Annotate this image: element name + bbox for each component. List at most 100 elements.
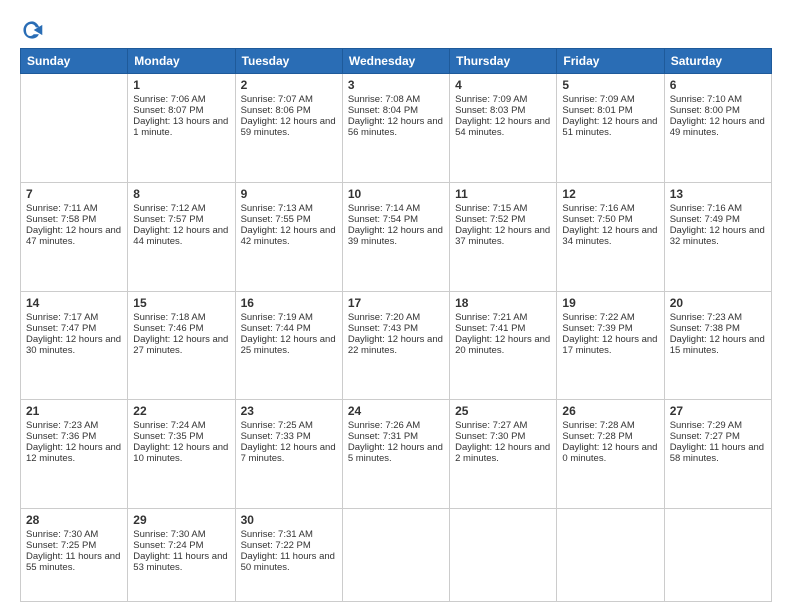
daylight-text: Daylight: 12 hours and 37 minutes. (455, 225, 551, 247)
daylight-text: Daylight: 12 hours and 17 minutes. (562, 334, 658, 356)
sunset-text: Sunset: 7:27 PM (670, 431, 766, 442)
calendar-cell: 28 Sunrise: 7:30 AMSunset: 7:25 PMDayligh… (21, 509, 128, 602)
sunset-text: Sunset: 7:47 PM (26, 323, 122, 334)
sunset-text: Sunset: 7:33 PM (241, 431, 337, 442)
calendar-cell: 3Sunrise: 7:08 AMSunset: 8:04 PMDaylight… (342, 74, 449, 183)
weekday-header-friday: Friday (557, 49, 664, 74)
daylight-text: Daylight: 13 hours and 1 minute. (133, 116, 229, 138)
sunrise-text: Sunrise: 7:09 AM (562, 94, 658, 105)
sunrise-text: Sunrise: 7:16 AM (562, 203, 658, 214)
sunset-text: Sunset: 7:38 PM (670, 323, 766, 334)
sunrise-text: Sunrise: 7:23 AM (670, 312, 766, 323)
day-number: 2 (241, 78, 337, 92)
calendar-cell: 5 Sunrise: 7:09 AMSunset: 8:01 PMDaylight… (557, 74, 664, 183)
sunset-text: Sunset: 8:03 PM (455, 105, 551, 116)
calendar-cell: 7Sunrise: 7:11 AMSunset: 7:58 PMDaylight… (21, 182, 128, 291)
calendar-cell: 9Sunrise: 7:13 AMSunset: 7:55 PMDaylight… (235, 182, 342, 291)
sunset-text: Sunset: 7:57 PM (133, 214, 229, 225)
day-number: 11 (455, 187, 551, 201)
calendar-cell: 18Sunrise: 7:21 AMSunset: 7:41 PMDayligh… (450, 291, 557, 400)
week-row-5: 28Sunrise: 7:30 AMSunset: 7:25 PMDayligh… (21, 509, 772, 602)
sunset-text: Sunset: 7:55 PM (241, 214, 337, 225)
calendar-cell: 15Sunrise: 7:18 AMSunset: 7:46 PMDayligh… (128, 291, 235, 400)
sunset-text: Sunset: 8:06 PM (241, 105, 337, 116)
calendar-cell: 23 Sunrise: 7:25 AMSunset: 7:33 PMDayligh… (235, 400, 342, 509)
week-row-4: 21Sunrise: 7:23 AMSunset: 7:36 PMDayligh… (21, 400, 772, 509)
calendar-cell: 17Sunrise: 7:20 AMSunset: 7:43 PMDayligh… (342, 291, 449, 400)
sunrise-text: Sunrise: 7:31 AM (241, 529, 337, 540)
daylight-text: Daylight: 12 hours and 39 minutes. (348, 225, 444, 247)
day-number: 6 (670, 78, 766, 92)
sunset-text: Sunset: 7:44 PM (241, 323, 337, 334)
sunset-text: Sunset: 7:49 PM (670, 214, 766, 225)
sunrise-text: Sunrise: 7:11 AM (26, 203, 122, 214)
sunrise-text: Sunrise: 7:24 AM (133, 420, 229, 431)
sunset-text: Sunset: 7:50 PM (562, 214, 658, 225)
sunrise-text: Sunrise: 7:25 AM (241, 420, 337, 431)
calendar-cell: 10Sunrise: 7:14 AMSunset: 7:54 PMDayligh… (342, 182, 449, 291)
sunrise-text: Sunrise: 7:23 AM (26, 420, 122, 431)
daylight-text: Daylight: 12 hours and 25 minutes. (241, 334, 337, 356)
calendar-cell (21, 74, 128, 183)
sunrise-text: Sunrise: 7:27 AM (455, 420, 551, 431)
sunrise-text: Sunrise: 7:30 AM (133, 529, 229, 540)
day-number: 23 (241, 404, 337, 418)
day-number: 22 (133, 404, 229, 418)
calendar-cell: 25Sunrise: 7:27 AMSunset: 7:30 PMDayligh… (450, 400, 557, 509)
sunrise-text: Sunrise: 7:22 AM (562, 312, 658, 323)
calendar-cell: 27Sunrise: 7:29 AMSunset: 7:27 PMDayligh… (664, 400, 771, 509)
sunrise-text: Sunrise: 7:28 AM (562, 420, 658, 431)
sunrise-text: Sunrise: 7:07 AM (241, 94, 337, 105)
logo-icon (20, 18, 44, 42)
daylight-text: Daylight: 12 hours and 15 minutes. (670, 334, 766, 356)
page: SundayMondayTuesdayWednesdayThursdayFrid… (0, 0, 792, 612)
sunrise-text: Sunrise: 7:30 AM (26, 529, 122, 540)
calendar-cell: 2 Sunrise: 7:07 AMSunset: 8:06 PMDaylight… (235, 74, 342, 183)
daylight-text: Daylight: 12 hours and 20 minutes. (455, 334, 551, 356)
calendar-cell (450, 509, 557, 602)
calendar-cell: 24Sunrise: 7:26 AMSunset: 7:31 PMDayligh… (342, 400, 449, 509)
calendar-cell: 1Sunrise: 7:06 AMSunset: 8:07 PMDaylight… (128, 74, 235, 183)
sunset-text: Sunset: 8:07 PM (133, 105, 229, 116)
week-row-2: 7Sunrise: 7:11 AMSunset: 7:58 PMDaylight… (21, 182, 772, 291)
daylight-text: Daylight: 12 hours and 51 minutes. (562, 116, 658, 138)
calendar-cell (342, 509, 449, 602)
sunrise-text: Sunrise: 7:29 AM (670, 420, 766, 431)
day-number: 28 (26, 513, 122, 527)
calendar-cell (664, 509, 771, 602)
day-number: 30 (241, 513, 337, 527)
sunset-text: Sunset: 7:43 PM (348, 323, 444, 334)
sunrise-text: Sunrise: 7:10 AM (670, 94, 766, 105)
day-number: 29 (133, 513, 229, 527)
calendar-cell (557, 509, 664, 602)
daylight-text: Daylight: 12 hours and 59 minutes. (241, 116, 337, 138)
day-number: 14 (26, 296, 122, 310)
sunset-text: Sunset: 7:25 PM (26, 540, 122, 551)
weekday-header-tuesday: Tuesday (235, 49, 342, 74)
day-number: 19 (562, 296, 658, 310)
sunset-text: Sunset: 7:24 PM (133, 540, 229, 551)
day-number: 12 (562, 187, 658, 201)
logo (20, 18, 48, 42)
top-header (20, 18, 772, 42)
day-number: 16 (241, 296, 337, 310)
sunset-text: Sunset: 8:01 PM (562, 105, 658, 116)
calendar-cell: 12Sunrise: 7:16 AMSunset: 7:50 PMDayligh… (557, 182, 664, 291)
day-number: 4 (455, 78, 551, 92)
day-number: 20 (670, 296, 766, 310)
day-number: 17 (348, 296, 444, 310)
daylight-text: Daylight: 11 hours and 55 minutes. (26, 551, 122, 573)
daylight-text: Daylight: 11 hours and 53 minutes. (133, 551, 229, 573)
weekday-header-wednesday: Wednesday (342, 49, 449, 74)
weekday-header-monday: Monday (128, 49, 235, 74)
daylight-text: Daylight: 12 hours and 10 minutes. (133, 442, 229, 464)
calendar-cell: 21Sunrise: 7:23 AMSunset: 7:36 PMDayligh… (21, 400, 128, 509)
day-number: 26 (562, 404, 658, 418)
daylight-text: Daylight: 12 hours and 56 minutes. (348, 116, 444, 138)
calendar-cell: 16Sunrise: 7:19 AMSunset: 7:44 PMDayligh… (235, 291, 342, 400)
day-number: 7 (26, 187, 122, 201)
daylight-text: Daylight: 12 hours and 7 minutes. (241, 442, 337, 464)
sunrise-text: Sunrise: 7:26 AM (348, 420, 444, 431)
day-number: 5 (562, 78, 658, 92)
sunset-text: Sunset: 7:54 PM (348, 214, 444, 225)
